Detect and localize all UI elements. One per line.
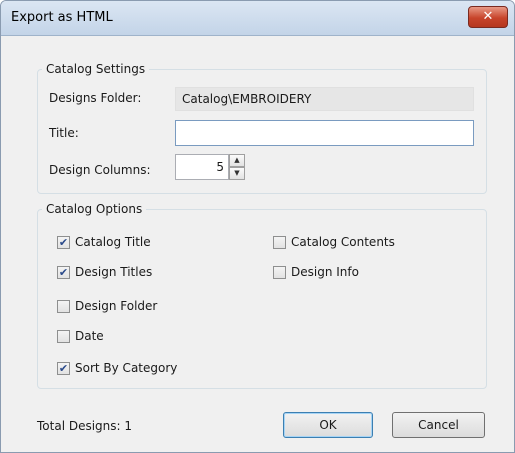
- checkbox-design-titles[interactable]: ✔ Design Titles: [57, 264, 152, 280]
- ok-button[interactable]: OK: [283, 412, 373, 438]
- catalog-settings-legend: Catalog Settings: [46, 62, 146, 76]
- design-columns-label: Design Columns:: [49, 163, 151, 177]
- checkbox-box[interactable]: [273, 235, 286, 249]
- window-title: Export as HTML: [11, 10, 113, 25]
- checkbox-label: Design Folder: [75, 299, 158, 313]
- checkbox-design-info[interactable]: Design Info: [273, 264, 359, 280]
- chevron-down-icon: ▼: [234, 169, 240, 177]
- checkbox-box[interactable]: [57, 329, 70, 343]
- close-button[interactable]: ✕: [468, 6, 508, 28]
- chevron-up-icon: ▲: [234, 156, 240, 164]
- total-designs-text: Total Designs: 1: [37, 419, 133, 433]
- checkbox-box[interactable]: [57, 299, 70, 313]
- checkbox-label: Design Titles: [75, 265, 153, 279]
- check-icon[interactable]: ✔: [57, 235, 70, 249]
- title-label: Title:: [49, 126, 79, 140]
- close-icon: ✕: [482, 9, 494, 24]
- spin-up-button[interactable]: ▲: [229, 154, 245, 167]
- spin-down-button[interactable]: ▼: [229, 167, 245, 180]
- check-icon[interactable]: ✔: [57, 265, 70, 279]
- checkbox-label: Sort By Category: [75, 361, 178, 375]
- designs-folder-label: Designs Folder:: [49, 91, 142, 105]
- checkbox-label: Catalog Contents: [291, 235, 395, 249]
- checkbox-catalog-contents[interactable]: Catalog Contents: [273, 234, 395, 250]
- dialog-body: Catalog Settings Designs Folder: Catalog…: [1, 36, 514, 452]
- checkbox-label: Date: [75, 329, 104, 343]
- cancel-button[interactable]: Cancel: [392, 412, 485, 438]
- design-columns-stepper: 5 ▲ ▼: [175, 154, 247, 180]
- checkbox-design-folder[interactable]: Design Folder: [57, 298, 157, 314]
- checkbox-box[interactable]: [273, 265, 286, 279]
- title-bar[interactable]: Export as HTML ✕: [1, 1, 514, 36]
- export-html-dialog: Export as HTML ✕ Catalog Settings Design…: [0, 0, 515, 453]
- designs-folder-field: Catalog\EMBROIDERY: [175, 87, 474, 111]
- checkbox-catalog-title[interactable]: ✔ Catalog Title: [57, 234, 151, 250]
- checkbox-label: Design Info: [291, 265, 359, 279]
- title-input[interactable]: [175, 120, 474, 146]
- design-columns-input[interactable]: 5: [175, 154, 229, 180]
- checkbox-sort-by-category[interactable]: ✔ Sort By Category: [57, 360, 177, 376]
- check-icon[interactable]: ✔: [57, 361, 70, 375]
- catalog-options-legend: Catalog Options: [46, 202, 143, 216]
- checkbox-date[interactable]: Date: [57, 328, 104, 344]
- checkbox-label: Catalog Title: [75, 235, 151, 249]
